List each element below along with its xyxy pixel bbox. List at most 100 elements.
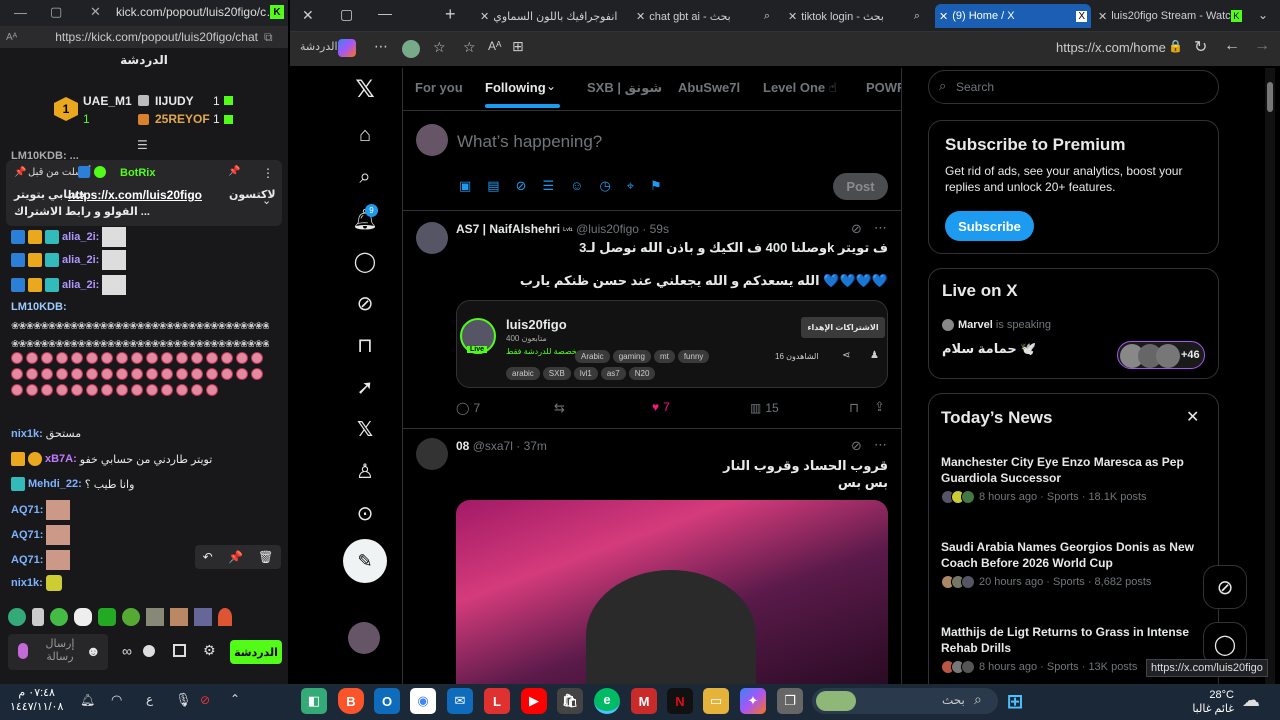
- tab-following[interactable]: Following: [485, 80, 546, 95]
- emoji-icon[interactable]: ☺: [570, 178, 583, 194]
- user-icon[interactable]: ♟: [870, 350, 879, 361]
- flag-icon[interactable]: ⚑: [650, 178, 662, 194]
- chat-username[interactable]: AQ71:: [11, 529, 43, 541]
- pinned-link[interactable]: https://x.com/luis20figo: [68, 188, 202, 202]
- microphone-icon[interactable]: [18, 643, 28, 659]
- x-logo-icon[interactable]: 𝕏: [353, 76, 377, 103]
- maximize-icon[interactable]: ▢: [50, 4, 62, 20]
- send-message-input[interactable]: إرسال رسالة ☻: [8, 634, 108, 670]
- forward-icon[interactable]: →: [1254, 37, 1270, 55]
- browser-tab[interactable]: ✕ chat gbt ai - بحث ⌕: [632, 4, 774, 28]
- post-avatar[interactable]: [416, 222, 448, 254]
- tab-sxb[interactable]: SXB | شونق: [587, 80, 662, 96]
- minimize-icon[interactable]: —: [378, 5, 392, 21]
- post-author[interactable]: 08: [456, 439, 469, 453]
- gif-icon[interactable]: ▤: [487, 178, 499, 194]
- search-icon[interactable]: ⌕: [353, 165, 377, 189]
- mcafee-icon[interactable]: M: [631, 688, 657, 714]
- copilot-icon[interactable]: ✦: [740, 688, 766, 714]
- messages-icon[interactable]: ◯: [353, 249, 377, 273]
- bookmarks-icon[interactable]: ⊓: [353, 333, 377, 357]
- copilot-icon[interactable]: [338, 39, 356, 57]
- rocket-icon[interactable]: ➚: [353, 375, 377, 399]
- chevron-down-icon[interactable]: ⌄: [262, 194, 271, 207]
- search-box[interactable]: ⌕ Search: [928, 70, 1219, 104]
- close-icon[interactable]: ✕: [480, 10, 489, 23]
- post-avatar[interactable]: [416, 438, 448, 470]
- tab-powr[interactable]: POWR: [866, 80, 901, 95]
- more-circle-icon[interactable]: ⊙: [353, 501, 377, 525]
- chat-username[interactable]: xB7A:: [45, 453, 77, 465]
- close-icon[interactable]: ✕: [302, 7, 314, 24]
- taskbar-search[interactable]: بحث ⌕: [812, 688, 998, 714]
- collapse-icon[interactable]: ☰: [137, 138, 148, 152]
- gift-sub-button[interactable]: الاشتراكات الإهداء: [801, 317, 885, 338]
- emote-icon[interactable]: [218, 608, 232, 626]
- tab-for-you[interactable]: For you: [415, 80, 463, 95]
- profile-icon[interactable]: ♙: [353, 459, 377, 483]
- emote-icon[interactable]: [194, 608, 212, 626]
- netflix-icon[interactable]: N: [667, 688, 693, 714]
- tab-icon[interactable]: ⧉: [264, 30, 273, 45]
- clock[interactable]: ٠٧:٤٨ م ١٤٤٧/١١/٠٨: [10, 686, 63, 714]
- edge-icon[interactable]: e: [594, 688, 620, 714]
- profile-icon[interactable]: [402, 40, 420, 58]
- wifi-icon[interactable]: ◠: [111, 692, 122, 708]
- tab-level-one[interactable]: Level One ☝: [763, 80, 837, 96]
- compose-input[interactable]: What’s happening?: [457, 132, 602, 152]
- new-tab-icon[interactable]: +: [445, 4, 456, 25]
- more-icon[interactable]: ⋯: [874, 220, 887, 236]
- account-avatar[interactable]: [348, 622, 380, 654]
- share-icon[interactable]: ⇪: [874, 399, 885, 415]
- muted-speaker-icon[interactable]: ⊘: [200, 693, 210, 707]
- task-view-icon[interactable]: ❐: [777, 688, 803, 714]
- outlook-new-icon[interactable]: ✉: [447, 688, 473, 714]
- grok-icon[interactable]: ⊘: [353, 291, 377, 315]
- language-indicator[interactable]: ع: [146, 692, 153, 706]
- tab-actions-chevron-icon[interactable]: ⌄: [1258, 8, 1268, 22]
- views-action[interactable]: ▥ 15: [750, 401, 779, 415]
- post-author[interactable]: AS7 | NaifAlshehri: [456, 222, 560, 236]
- emoji-icon[interactable]: ☻: [86, 643, 101, 659]
- delete-icon[interactable]: 🗑: [258, 550, 273, 564]
- poll-icon[interactable]: ☰: [543, 178, 555, 194]
- embed-card[interactable]: Live luis20figo 400 متابعون مخصصة للدردش…: [456, 300, 888, 388]
- emote-icon[interactable]: [74, 608, 92, 626]
- more-icon[interactable]: ⋯: [874, 437, 887, 453]
- close-icon[interactable]: ✕: [1186, 407, 1199, 427]
- close-icon[interactable]: ✕: [788, 10, 797, 23]
- chat-username[interactable]: LM10KDB:: [11, 301, 67, 313]
- pin-icon[interactable]: 📌: [228, 550, 243, 564]
- app-icon[interactable]: ◉: [410, 688, 436, 714]
- weather[interactable]: 28°C غائم غالبا: [1188, 688, 1234, 716]
- gear-icon[interactable]: ⚙: [203, 642, 216, 659]
- chat-username[interactable]: nix1k:: [11, 577, 43, 589]
- microphone-icon[interactable]: 🎙︎: [175, 692, 192, 708]
- post-handle[interactable]: @luis20figo: [576, 222, 639, 236]
- more-icon[interactable]: ⋯: [374, 38, 388, 55]
- emote-icon[interactable]: [98, 608, 116, 626]
- users-icon[interactable]: [143, 645, 155, 657]
- more-icon[interactable]: ⋮: [262, 166, 274, 180]
- emote-icon[interactable]: [8, 608, 26, 626]
- like-action[interactable]: ♥ 7: [652, 400, 670, 414]
- outlook-icon[interactable]: O: [374, 688, 400, 714]
- reply-action[interactable]: ◯ 7: [456, 401, 480, 415]
- post-media-image[interactable]: [456, 500, 888, 684]
- post-button[interactable]: Post: [833, 173, 888, 200]
- space-title[interactable]: حمامة سلام 🕊️: [942, 341, 1037, 357]
- space-listeners[interactable]: +46: [1117, 341, 1205, 369]
- read-aloud-icon[interactable]: Aᴬ: [6, 32, 17, 43]
- reply-icon[interactable]: ↶: [203, 550, 213, 564]
- apps-icon[interactable]: ⊞: [512, 38, 524, 55]
- notification-icon[interactable]: 🔔︎: [80, 693, 95, 707]
- bookmark-icon[interactable]: ⊓: [849, 400, 859, 416]
- image-icon[interactable]: ▣: [459, 178, 471, 194]
- favorites-icon[interactable]: ☆: [433, 39, 446, 56]
- premium-x-icon[interactable]: 𝕏: [353, 417, 377, 441]
- emote-icon[interactable]: [50, 608, 68, 626]
- emote-icon[interactable]: [170, 608, 188, 626]
- chat-username[interactable]: alia_2i:: [62, 279, 99, 291]
- l-app-icon[interactable]: L: [484, 688, 510, 714]
- emote-icon[interactable]: [146, 608, 164, 626]
